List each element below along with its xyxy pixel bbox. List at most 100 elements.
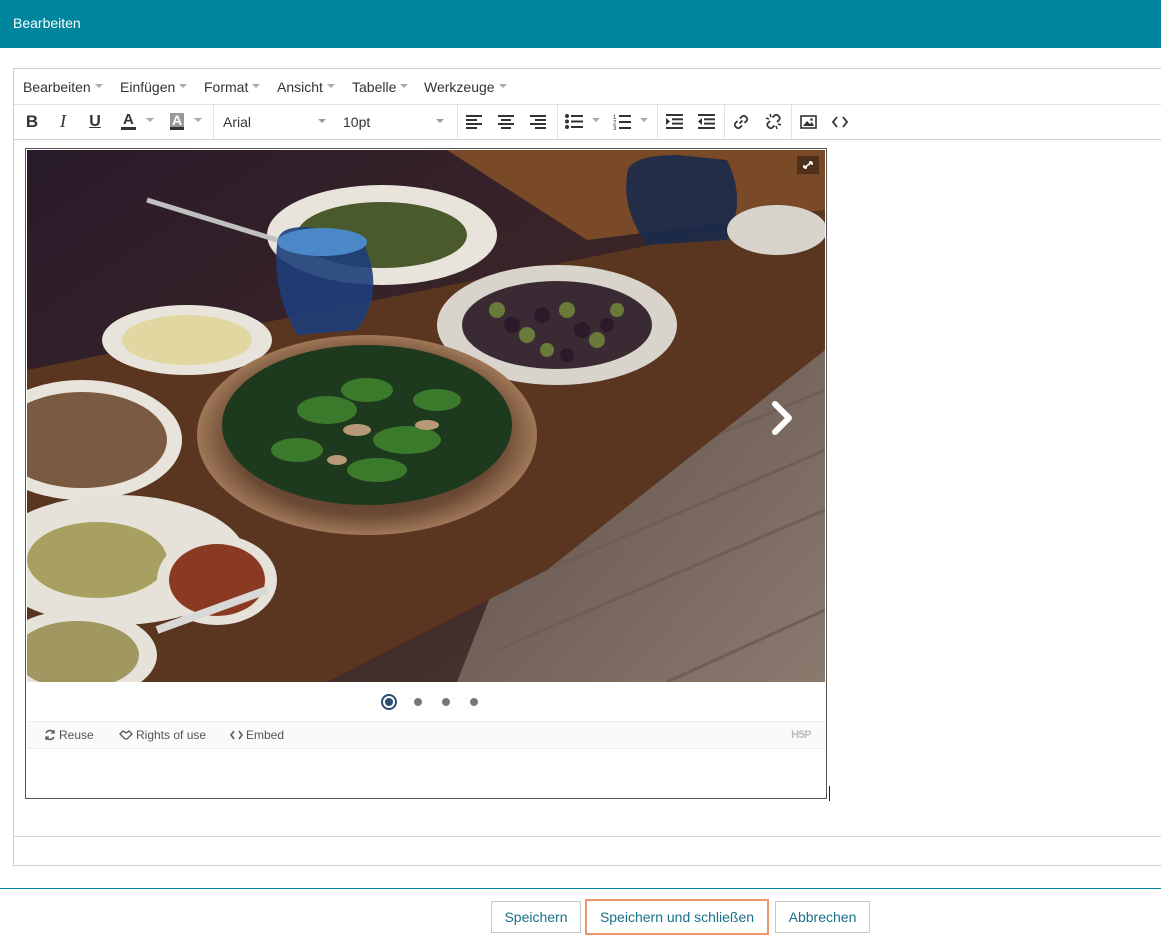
rights-of-use-label: Rights of use [136, 728, 207, 742]
editor-statusbar [14, 836, 1161, 867]
menu-ansicht[interactable]: Ansicht [277, 79, 335, 95]
editor-menubar: Bearbeiten Einfügen Format Ansicht Tabel… [14, 69, 1161, 105]
dialog-title: Bearbeiten [13, 15, 81, 31]
numbered-list-icon: 123 [613, 114, 631, 130]
background-color-button[interactable]: A [168, 104, 210, 139]
cancel-button[interactable]: Abbrechen [775, 901, 870, 933]
toolbar-separator [213, 104, 214, 139]
h5p-actions-bar: Reuse Rights of use Embed H5P [27, 721, 825, 749]
insert-link-button[interactable] [728, 104, 754, 139]
text-color-icon: A [121, 111, 136, 130]
slide-dot-3[interactable] [442, 698, 450, 706]
toolbar-separator [657, 104, 658, 139]
menu-label: Bearbeiten [23, 79, 91, 95]
chevron-down-icon [145, 117, 154, 122]
menu-format[interactable]: Format [204, 79, 261, 95]
food-table-photo [27, 150, 825, 682]
chevron-down-icon [436, 119, 444, 123]
italic-icon: I [60, 111, 66, 131]
bullet-list-icon [565, 114, 583, 129]
chevron-down-icon [318, 119, 326, 123]
unlink-icon [765, 113, 781, 130]
reuse-icon [45, 729, 55, 741]
toolbar-separator [457, 104, 458, 139]
slide-dot-4[interactable] [470, 698, 478, 706]
unlink-button[interactable] [760, 104, 786, 139]
reuse-label: Reuse [59, 728, 94, 742]
fullscreen-icon [803, 161, 813, 169]
align-left-icon [466, 114, 482, 129]
menu-werkzeuge[interactable]: Werkzeuge [424, 79, 507, 95]
editor-toolbar: B I U A A Arial 10pt 1 2 3 [14, 104, 1161, 140]
text-color-button[interactable]: A [117, 104, 159, 139]
font-family-value: Arial [223, 113, 252, 130]
align-center-button[interactable] [493, 104, 519, 139]
chevron-down-icon [194, 117, 203, 122]
chevron-down-icon [640, 117, 648, 122]
align-right-icon [530, 114, 546, 129]
save-and-close-button[interactable]: Speichern und schließen [585, 899, 769, 935]
insert-image-button[interactable] [795, 104, 821, 139]
menu-label: Format [204, 79, 249, 95]
chevron-down-icon [400, 84, 409, 89]
underline-icon: U [89, 112, 101, 130]
bold-button[interactable]: B [18, 104, 46, 139]
save-button[interactable]: Speichern [491, 901, 581, 933]
outdent-button[interactable] [693, 104, 719, 139]
rights-of-use-action[interactable]: Rights of use [119, 728, 206, 742]
chevron-down-icon [498, 84, 507, 89]
footer-divider [0, 888, 1161, 889]
h5p-logo: H5P [791, 729, 811, 741]
bullet-list-button[interactable] [562, 104, 604, 139]
editor-content-area[interactable]: Reuse Rights of use Embed H5P [14, 140, 1161, 835]
svg-text:3: 3 [613, 126, 617, 130]
rich-text-editor: Bearbeiten Einfügen Format Ansicht Tabel… [13, 68, 1161, 866]
menu-tabelle[interactable]: Tabelle [352, 79, 409, 95]
numbered-list-button[interactable]: 123 [610, 104, 652, 139]
toolbar-separator [557, 104, 558, 139]
embed-action[interactable]: Embed [230, 728, 284, 742]
reuse-action[interactable]: Reuse [44, 728, 94, 742]
italic-button[interactable]: I [49, 104, 77, 139]
menu-bearbeiten[interactable]: Bearbeiten [23, 79, 103, 95]
align-right-button[interactable] [525, 104, 551, 139]
menu-label: Ansicht [277, 79, 323, 95]
chevron-down-icon [94, 84, 103, 89]
background-color-icon: A [170, 112, 185, 130]
h5p-image-slider[interactable]: Reuse Rights of use Embed H5P [25, 148, 827, 799]
chevron-down-icon [592, 117, 600, 122]
menu-label: Tabelle [352, 79, 397, 95]
toolbar-separator [791, 104, 792, 139]
embed-icon [230, 730, 243, 740]
menu-label: Einfügen [120, 79, 176, 95]
menu-label: Werkzeuge [424, 79, 495, 95]
bold-icon: B [25, 111, 39, 131]
text-cursor [829, 786, 830, 801]
menu-einfuegen[interactable]: Einfügen [120, 79, 188, 95]
font-size-value: 10pt [343, 113, 371, 130]
slide-image [27, 150, 825, 682]
font-size-select[interactable]: 10pt [343, 104, 453, 139]
slide-dot-1[interactable] [381, 694, 397, 710]
handshake-icon [119, 730, 133, 740]
fullscreen-button[interactable] [797, 156, 819, 174]
chevron-down-icon [179, 84, 188, 89]
chevron-down-icon [326, 84, 335, 89]
align-left-button[interactable] [461, 104, 487, 139]
indent-button[interactable] [661, 104, 687, 139]
link-icon [733, 114, 749, 129]
chevron-right-icon [772, 401, 792, 435]
indent-icon [665, 114, 683, 129]
toolbar-separator [724, 104, 725, 139]
next-slide-button[interactable] [769, 400, 795, 436]
font-family-select[interactable]: Arial [223, 104, 333, 139]
source-code-button[interactable] [827, 104, 853, 139]
outdent-icon [697, 114, 715, 129]
code-icon [832, 115, 848, 128]
align-center-icon [498, 114, 514, 129]
dialog-header: Bearbeiten [0, 0, 1161, 48]
embed-label: Embed [246, 728, 285, 742]
underline-button[interactable]: U [81, 104, 109, 139]
slide-dot-2[interactable] [414, 698, 422, 706]
chevron-down-icon [252, 84, 261, 89]
